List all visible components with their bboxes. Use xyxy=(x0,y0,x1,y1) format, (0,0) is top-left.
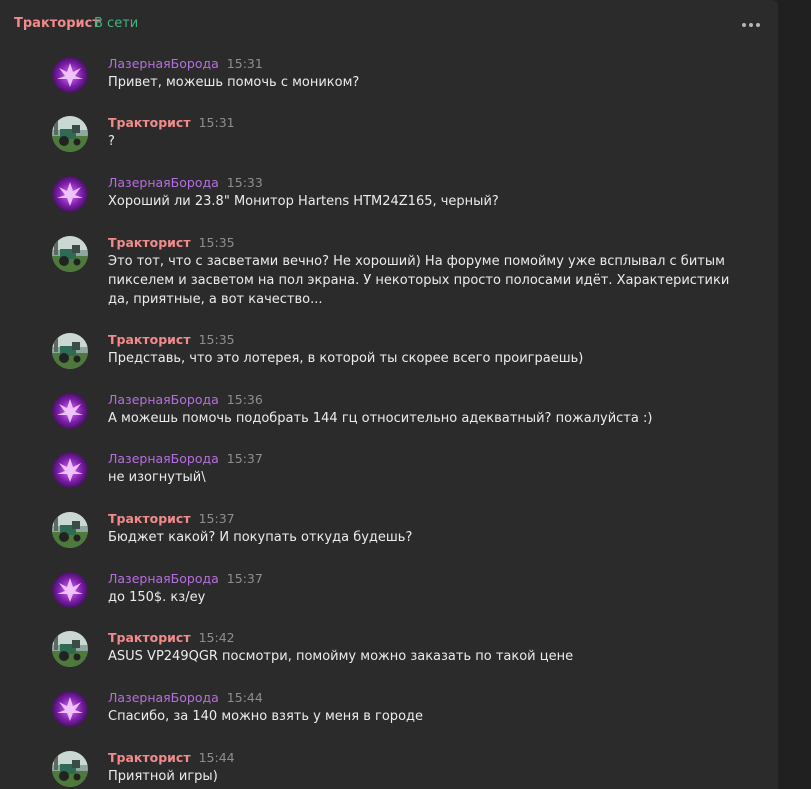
message-time: 15:42 xyxy=(198,630,235,645)
message-author[interactable]: Тракторист xyxy=(108,115,191,130)
contact-status: В сети xyxy=(94,16,139,31)
message-author[interactable]: Тракторист xyxy=(108,511,191,526)
avatar-traktorist[interactable] xyxy=(52,512,88,548)
message-time: 15:33 xyxy=(226,175,263,190)
message-text: не изогнутый\ xyxy=(108,470,206,485)
avatar-lazernaya-boroda[interactable] xyxy=(52,393,88,429)
avatar-lazernaya-boroda[interactable] xyxy=(52,572,88,608)
avatar-lazernaya-boroda[interactable] xyxy=(52,691,88,727)
message-text: Бюджет какой? И покупать откуда будешь? xyxy=(108,530,413,545)
message-time: 15:37 xyxy=(226,571,263,586)
chat-header: Тракторист В сети xyxy=(0,0,778,48)
message-text: Привет, можешь помочь с моником? xyxy=(108,75,360,90)
message-text: до 150$. кз/еу xyxy=(108,590,206,605)
chat-panel: Тракторист В сети ЛазернаяБорода 15:31 Пр… xyxy=(0,0,778,789)
avatar-traktorist[interactable] xyxy=(52,236,88,272)
message-text: А можешь помочь подобрать 144 гц относит… xyxy=(108,411,653,426)
message-text: Это тот, что с засветами вечно? Не хорош… xyxy=(108,254,730,307)
message-author[interactable]: Тракторист xyxy=(108,235,191,250)
message-time: 15:36 xyxy=(226,392,263,407)
message-text: Хороший ли 23.8" Монитор Hartens HTM24Z1… xyxy=(108,194,499,209)
message-text: ASUS VP249QGR посмотри, помойму можно за… xyxy=(108,649,574,664)
message-time: 15:31 xyxy=(198,115,235,130)
message-time: 15:44 xyxy=(226,690,263,705)
message-time: 15:37 xyxy=(226,451,263,466)
message-author[interactable]: ЛазернаяБорода xyxy=(108,175,219,190)
message-author[interactable]: ЛазернаяБорода xyxy=(108,392,219,407)
avatar-traktorist[interactable] xyxy=(52,116,88,152)
message-author[interactable]: ЛазернаяБорода xyxy=(108,690,219,705)
message-time: 15:44 xyxy=(198,750,235,765)
message-author[interactable]: Тракторист xyxy=(108,332,191,347)
message-author[interactable]: Тракторист xyxy=(108,750,191,765)
message-text: Представь, что это лотерея, в которой ты… xyxy=(108,351,584,366)
avatar-traktorist[interactable] xyxy=(52,333,88,369)
message-time: 15:35 xyxy=(198,235,235,250)
message-text: Спасибо, за 140 можно взять у меня в гор… xyxy=(108,709,424,724)
message-author[interactable]: ЛазернаяБорода xyxy=(108,56,219,71)
message-text: ? xyxy=(108,134,115,149)
avatar-lazernaya-boroda[interactable] xyxy=(52,176,88,212)
message-time: 15:37 xyxy=(198,511,235,526)
message-author[interactable]: ЛазернаяБорода xyxy=(108,451,219,466)
message-text: Приятной игры) xyxy=(108,769,218,784)
message-time: 15:31 xyxy=(226,56,263,71)
avatar-lazernaya-boroda[interactable] xyxy=(52,452,88,488)
message-author[interactable]: Тракторист xyxy=(108,630,191,645)
avatar-lazernaya-boroda[interactable] xyxy=(52,57,88,93)
contact-name[interactable]: Тракторист xyxy=(14,16,100,31)
more-options-icon[interactable] xyxy=(740,15,762,35)
message-author[interactable]: ЛазернаяБорода xyxy=(108,571,219,586)
avatar-traktorist[interactable] xyxy=(52,751,88,787)
message-time: 15:35 xyxy=(198,332,235,347)
avatar-traktorist[interactable] xyxy=(52,631,88,667)
